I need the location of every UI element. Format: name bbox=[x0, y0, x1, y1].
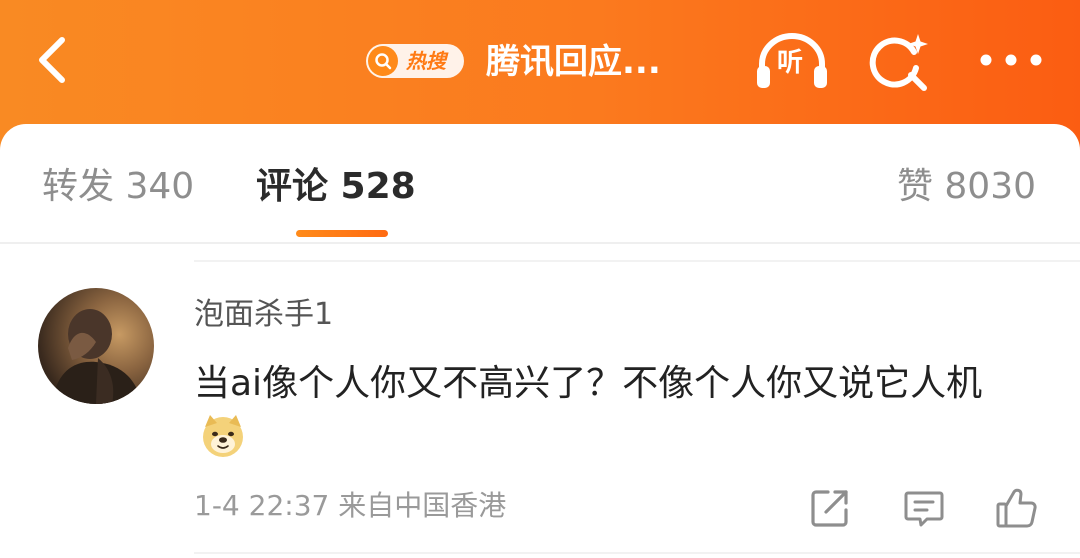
search-q-icon bbox=[368, 46, 398, 76]
hot-badge-label: 热搜 bbox=[406, 49, 446, 73]
back-arrow-icon bbox=[39, 37, 65, 83]
listen-button[interactable]: 听 bbox=[754, 30, 830, 92]
comment-icon bbox=[904, 491, 944, 527]
weibo-comment-page: 热搜 腾讯回应... 听 转发 340 评论 528 赞 8030 泡面杀手1 … bbox=[0, 0, 1080, 558]
doge-emoji-icon bbox=[203, 415, 243, 457]
list-divider bbox=[194, 260, 1080, 262]
tab-likes[interactable]: 赞 8030 bbox=[897, 164, 1036, 210]
tab-comments[interactable]: 评论 528 bbox=[256, 164, 416, 210]
avatar-photo bbox=[52, 309, 142, 404]
comment-text: 当ai像个人你又不高兴了？不像个人你又说它人机 bbox=[194, 363, 983, 404]
active-tab-indicator bbox=[296, 230, 388, 237]
search-sparkle-icon bbox=[869, 34, 928, 91]
like-icon bbox=[996, 488, 1037, 528]
more-button[interactable] bbox=[978, 40, 1044, 80]
back-button[interactable] bbox=[28, 30, 88, 90]
page-title: 腾讯回应... bbox=[486, 42, 661, 82]
hot-search-badge[interactable]: 热搜 bbox=[366, 44, 464, 78]
bottom-divider bbox=[194, 552, 1080, 554]
listen-label: 听 bbox=[777, 48, 804, 78]
comment-body: 当ai像个人你又不高兴了？不像个人你又说它人机 bbox=[194, 356, 1034, 468]
tab-bar: 转发 340 评论 528 赞 8030 bbox=[0, 124, 1080, 242]
repost-icon bbox=[811, 490, 848, 527]
comment-username[interactable]: 泡面杀手1 bbox=[194, 296, 333, 334]
avatar[interactable] bbox=[38, 288, 154, 404]
comment-button[interactable] bbox=[902, 486, 946, 530]
like-button[interactable] bbox=[994, 486, 1038, 530]
repost-button[interactable] bbox=[808, 486, 852, 530]
tab-repost[interactable]: 转发 340 bbox=[42, 164, 194, 210]
comment-meta: 1-4 22:37 来自中国香港 bbox=[194, 489, 507, 522]
more-dots-icon bbox=[980, 54, 1042, 66]
search-button[interactable] bbox=[866, 30, 932, 96]
tab-divider bbox=[0, 242, 1080, 244]
